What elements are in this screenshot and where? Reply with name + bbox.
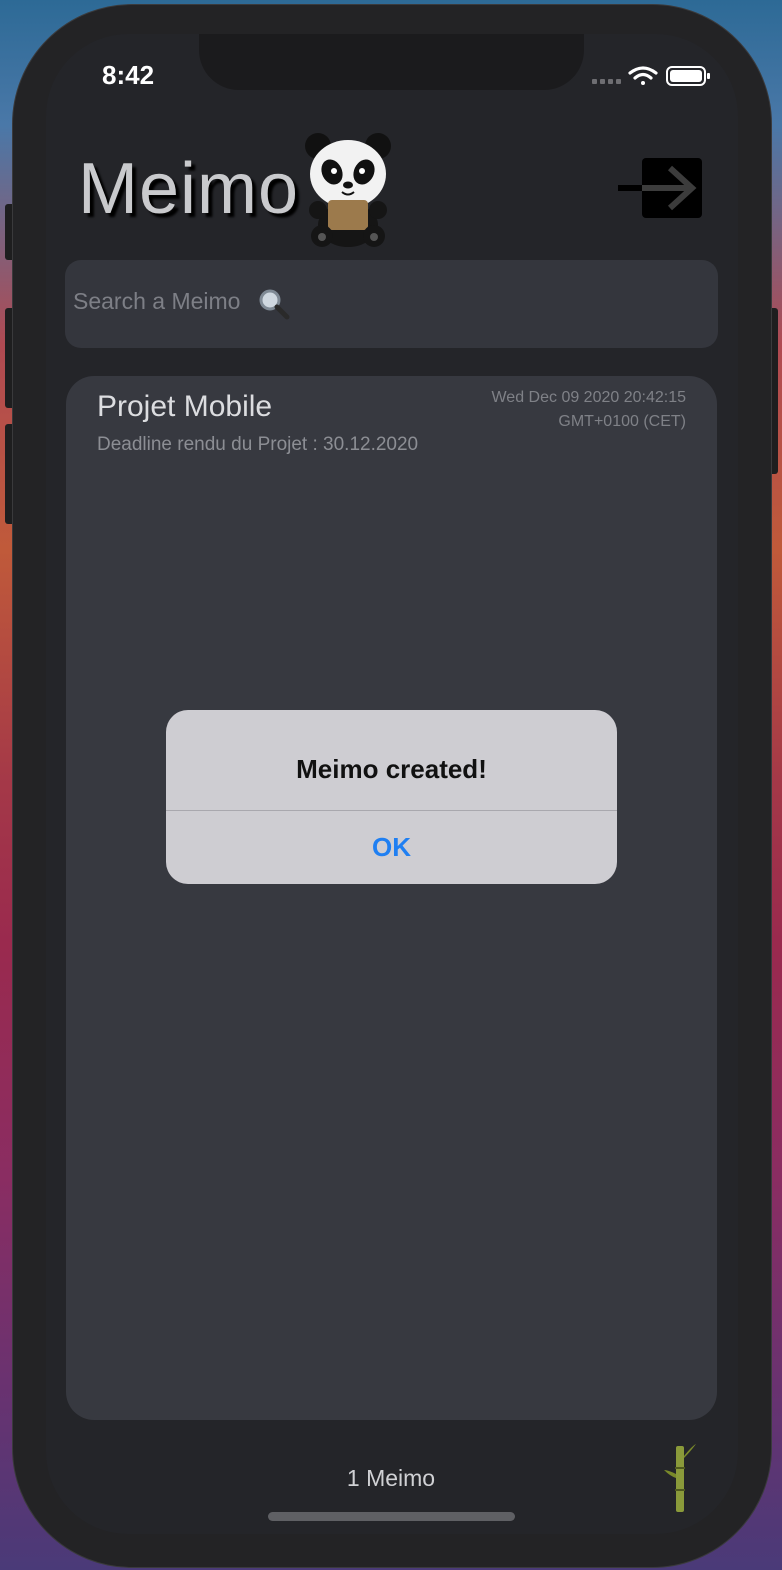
wifi-icon [628,66,658,85]
search-bar[interactable]: Search a Meimo [65,260,718,348]
notch [199,34,584,90]
home-indicator [268,1512,515,1521]
memo-list [66,376,717,1420]
panda-logo-icon [305,133,391,247]
status-icons [592,66,710,86]
signal-icon [592,79,621,84]
search-input[interactable]: Search a Meimo [73,288,240,315]
memo-date: Wed Dec 09 2020 20:42:15 GMT+0100 (CET) [386,386,686,434]
app-title: Meimo [78,149,300,229]
alert-title: Meimo created! [296,754,487,784]
ok-button[interactable]: OK [166,811,617,884]
logout-icon[interactable] [618,158,704,220]
memo-title: Projet Mobile [97,390,273,423]
memo-date-line: Wed Dec 09 2020 20:42:15 [491,389,686,406]
memo-date-timezone: GMT+0100 (CET) [558,413,686,430]
battery-icon [666,66,710,86]
search-icon [259,289,290,320]
memo-description: Deadline rendu du Projet : 30.12.2020 [97,434,419,455]
alert-dialog: Meimo created! OK [166,710,617,884]
bamboo-icon[interactable] [660,1440,700,1514]
status-time: 8:42 [102,60,155,90]
